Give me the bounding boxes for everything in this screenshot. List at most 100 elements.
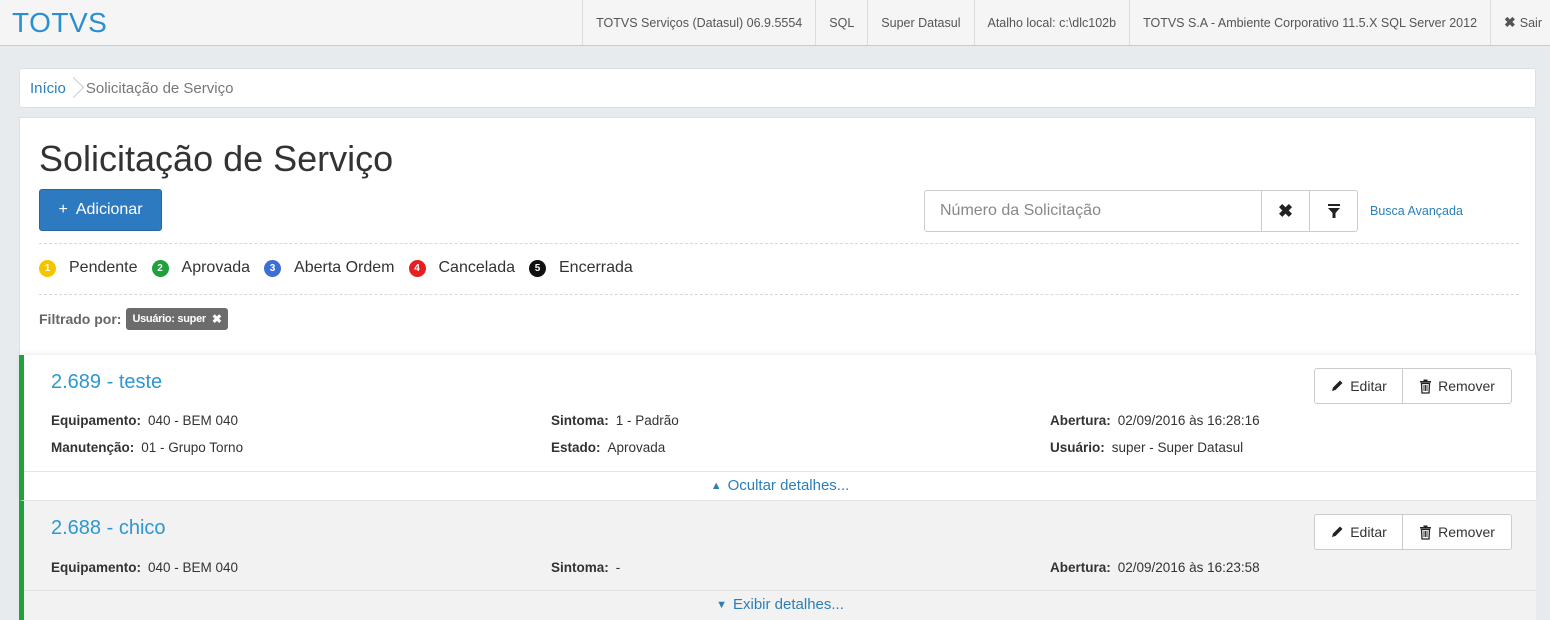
legend-label: Aprovada <box>181 259 251 276</box>
field-value: - <box>615 560 621 575</box>
filter-button[interactable] <box>1309 191 1357 231</box>
field-value: super - Super Datasul <box>1111 440 1244 455</box>
status-dot: 4 <box>408 259 426 277</box>
legend-item-cancelada: 4 Cancelada <box>408 259 516 277</box>
close-icon: ✖ <box>1504 14 1516 30</box>
field-value: 040 - BEM 040 <box>148 413 239 428</box>
status-legend: 1 Pendente 2 Aprovada 3 Aberta Ordem 4 C… <box>39 259 647 277</box>
advanced-search-link[interactable]: Busca Avançada <box>1370 204 1463 218</box>
legend-item-aprovada: 2 Aprovada <box>151 259 251 277</box>
legend-label: Pendente <box>69 259 138 276</box>
legend-label: Cancelada <box>438 259 516 276</box>
field-label: Usuário: <box>1050 440 1105 455</box>
divider <box>39 294 1519 295</box>
triangle-up-icon: ▲ <box>710 479 722 492</box>
search-group: ✖ <box>924 190 1358 232</box>
record-title[interactable]: 2.688 - chico <box>51 517 166 540</box>
field-value: 01 - Grupo Torno <box>141 440 244 455</box>
filter-tag-label: Usuário: super <box>132 313 206 325</box>
edit-button[interactable]: Editar <box>1314 514 1403 550</box>
field-estado: Estado: Aprovada <box>551 440 665 455</box>
record-actions: Editar Remover <box>1314 368 1512 404</box>
hide-details-toggle[interactable]: ▲ Ocultar detalhes... <box>24 471 1536 499</box>
field-label: Abertura: <box>1050 560 1111 575</box>
close-icon: ✖ <box>1277 200 1294 221</box>
field-equipamento: Equipamento: 040 - BEM 040 <box>51 560 238 575</box>
filter-tag[interactable]: Usuário: super ✖ <box>126 308 228 330</box>
remove-button[interactable]: Remover <box>1403 514 1512 550</box>
clear-search-button[interactable]: ✖ <box>1261 191 1309 231</box>
pencil-icon <box>1332 380 1343 391</box>
field-value: 02/09/2016 às 16:28:16 <box>1117 413 1260 428</box>
show-details-toggle[interactable]: ▼ Exibir detalhes... <box>24 590 1536 618</box>
status-dot: 3 <box>264 259 282 277</box>
exit-button[interactable]: ✖ Sair <box>1490 0 1550 45</box>
remove-label: Remover <box>1438 378 1495 394</box>
filter-label: Filtrado por: <box>39 311 122 327</box>
brand-logo[interactable]: TOTVS <box>0 7 107 39</box>
active-filters: Filtrado por: Usuário: super ✖ <box>39 308 228 330</box>
field-label: Manutenção: <box>51 440 135 455</box>
topnav-shortcut[interactable]: Atalho local: c:\dlc102b <box>973 0 1130 45</box>
top-bar: TOTVS TOTVS Serviços (Datasul) 06.9.5554… <box>0 0 1550 46</box>
breadcrumb: Início Solicitação de Serviço <box>19 68 1536 108</box>
triangle-down-icon: ▼ <box>716 598 727 611</box>
add-button-label: Adicionar <box>75 201 143 218</box>
trash-icon <box>1420 525 1432 540</box>
filter-icon <box>1327 204 1340 218</box>
plus-icon: + <box>58 201 68 218</box>
page-title: Solicitação de Serviço <box>39 138 394 179</box>
topnav-product[interactable]: TOTVS Serviços (Datasul) 06.9.5554 <box>582 0 815 45</box>
field-label: Sintoma: <box>551 560 609 575</box>
field-value: 02/09/2016 às 16:23:58 <box>1117 560 1260 575</box>
toggle-label: Ocultar detalhes... <box>727 477 850 494</box>
field-manutencao: Manutenção: 01 - Grupo Torno <box>51 440 243 455</box>
record-title[interactable]: 2.689 - teste <box>51 371 162 394</box>
legend-label: Aberta Ordem <box>294 259 395 276</box>
edit-label: Editar <box>1350 524 1387 540</box>
list-item: 2.689 - teste Editar Remover Equipamento… <box>19 355 1536 500</box>
field-abertura: Abertura: 02/09/2016 às 16:23:58 <box>1050 560 1260 575</box>
edit-button[interactable]: Editar <box>1314 368 1403 404</box>
field-label: Estado: <box>551 440 601 455</box>
status-dot: 1 <box>39 259 56 277</box>
divider <box>39 243 1519 244</box>
topnav-user[interactable]: Super Datasul <box>867 0 973 45</box>
legend-item-encerrada: 5 Encerrada <box>529 259 633 277</box>
topnav-environment[interactable]: TOTVS S.A - Ambiente Corporativo 11.5.X … <box>1129 0 1490 45</box>
search-input[interactable] <box>925 191 1261 231</box>
toggle-label: Exibir detalhes... <box>733 596 844 613</box>
field-value: 040 - BEM 040 <box>148 560 239 575</box>
legend-label: Encerrada <box>559 259 633 276</box>
close-icon[interactable]: ✖ <box>212 312 222 326</box>
trash-icon <box>1420 379 1432 394</box>
status-dot: 2 <box>151 259 169 277</box>
field-value: 1 - Padrão <box>615 413 679 428</box>
pencil-icon <box>1332 526 1343 537</box>
legend-item-aberta-ordem: 3 Aberta Ordem <box>264 259 395 277</box>
field-label: Equipamento: <box>51 413 141 428</box>
field-label: Sintoma: <box>551 413 609 428</box>
field-value: Aprovada <box>607 440 666 455</box>
breadcrumb-home[interactable]: Início <box>30 80 66 97</box>
topnav-database[interactable]: SQL <box>815 0 867 45</box>
main-panel: Solicitação de Serviço + Adicionar ✖ Bus… <box>19 117 1536 355</box>
record-actions: Editar Remover <box>1314 514 1512 550</box>
remove-label: Remover <box>1438 524 1495 540</box>
add-button[interactable]: + Adicionar <box>39 189 162 231</box>
exit-label: Sair <box>1519 15 1542 30</box>
breadcrumb-separator <box>70 75 80 101</box>
legend-item-pendente: 1 Pendente <box>39 259 138 277</box>
field-sintoma: Sintoma: 1 - Padrão <box>551 413 679 428</box>
list-item: 2.688 - chico Editar Remover Equipamento… <box>19 500 1536 620</box>
breadcrumb-current: Solicitação de Serviço <box>85 79 234 97</box>
status-dot: 5 <box>529 259 546 277</box>
edit-label: Editar <box>1350 378 1387 394</box>
field-usuario: Usuário: super - Super Datasul <box>1050 440 1243 455</box>
field-abertura: Abertura: 02/09/2016 às 16:28:16 <box>1050 413 1260 428</box>
field-equipamento: Equipamento: 040 - BEM 040 <box>51 413 238 428</box>
field-label: Abertura: <box>1050 413 1111 428</box>
field-label: Equipamento: <box>51 560 141 575</box>
top-nav: TOTVS Serviços (Datasul) 06.9.5554 SQL S… <box>582 0 1550 45</box>
remove-button[interactable]: Remover <box>1403 368 1512 404</box>
